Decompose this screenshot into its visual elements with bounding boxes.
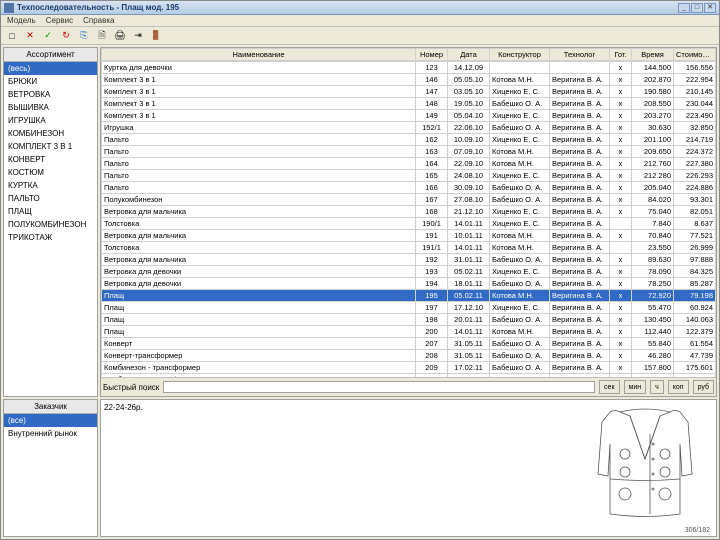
col-header[interactable]: Дата <box>448 49 490 61</box>
quick-search-bar: Быстрый поиск сек мин ч коп руб <box>101 377 716 396</box>
exit-icon[interactable]: 🚪 <box>149 29 163 43</box>
doc-icon[interactable]: 🗎 <box>95 29 109 43</box>
sidebar-item[interactable]: (весь) <box>4 62 97 75</box>
print-icon[interactable]: 🖨 <box>113 29 127 43</box>
table-row[interactable]: Комбинезон - трансформер20917.02.11Бабеш… <box>102 362 716 374</box>
unit-hr-button[interactable]: ч <box>650 380 664 394</box>
refresh-icon[interactable]: ↻ <box>59 29 73 43</box>
preview-text: 22-24-26р. <box>101 400 146 536</box>
preview-pane: 22-24-26р. 306/182 <box>100 399 717 537</box>
table-row[interactable]: Пальто16210.09.10Хиценко Е. С.Веригина В… <box>102 134 716 146</box>
delete-icon[interactable]: ✕ <box>23 29 37 43</box>
table-row[interactable]: Плащ19717.12.10Хиценко Е. С.Веригина В. … <box>102 302 716 314</box>
table-row[interactable]: Комплект 3 в 114605.05.10Котова М.Н.Вери… <box>102 74 716 86</box>
table-row[interactable]: Ветровка для девочки19305.02.11Хиценко Е… <box>102 266 716 278</box>
menu-service[interactable]: Сервис <box>46 16 73 25</box>
table-row[interactable]: Пальто16422.09.10Котова М.Н.Веригина В. … <box>102 158 716 170</box>
menubar: Модель Сервис Справка <box>1 15 719 27</box>
table-row[interactable]: Пальто16307.09.10Котова М.Н.Веригина В. … <box>102 146 716 158</box>
unit-sec-button[interactable]: сек <box>599 380 619 394</box>
customer-item[interactable]: (все) <box>4 414 97 427</box>
unit-rub-button[interactable]: руб <box>693 380 714 394</box>
table-row[interactable]: Плащ19505.02.11Котова М.Н.Веригина В. А.… <box>102 290 716 302</box>
models-table: НаименованиеНомерДатаКонструкторТехнолог… <box>100 47 717 397</box>
col-header[interactable]: Гот. <box>610 49 632 61</box>
maximize-button[interactable]: □ <box>691 3 703 13</box>
export-icon[interactable]: ⇥ <box>131 29 145 43</box>
search-input[interactable] <box>163 381 595 393</box>
sidebar-item[interactable]: ВЕТРОВКА <box>4 88 97 101</box>
menu-help[interactable]: Справка <box>83 16 114 25</box>
col-header[interactable]: Стоимость <box>674 49 716 61</box>
table-row[interactable]: Толстовка191/114.01.11Котова М.Н.Веригин… <box>102 242 716 254</box>
table-row[interactable]: Комплект 3 в 114703.05.10Хиценко Е. С.Ве… <box>102 86 716 98</box>
titlebar[interactable]: Техпоследовательность - Плащ мод. 195 _ … <box>1 1 719 15</box>
status-text: 306/182 <box>685 527 710 534</box>
search-label: Быстрый поиск <box>103 383 159 392</box>
table-row[interactable]: Полукомбинезон16727.08.10Бабешко О. А.Ве… <box>102 194 716 206</box>
table-row[interactable]: Пальто16630.09.10Бабешко О. А.Веригина В… <box>102 182 716 194</box>
table-row[interactable]: Ветровка для мальчика19231.01.11Бабешко … <box>102 254 716 266</box>
sidebar-item[interactable]: КУРТКА <box>4 179 97 192</box>
sidebar-item[interactable]: ПАЛЬТО <box>4 192 97 205</box>
main-area: Ассортимент (весь)БРЮКИВЕТРОВКАВЫШИВКАИГ… <box>1 45 719 539</box>
customer-header: Заказчик <box>4 400 97 414</box>
table-row[interactable]: Комплект 3 в 114819.05.10Бабешко О. А.Ве… <box>102 98 716 110</box>
app-window: Техпоследовательность - Плащ мод. 195 _ … <box>0 0 720 540</box>
copy-icon[interactable]: ⎘ <box>77 29 91 43</box>
sidebar-item[interactable]: ПЛАЩ <box>4 205 97 218</box>
table-row[interactable]: Пальто16524.08.10Хиценко Е. С.Веригина В… <box>102 170 716 182</box>
col-header[interactable]: Конструктор <box>490 49 550 61</box>
sidebar-item[interactable]: БРЮКИ <box>4 75 97 88</box>
table-row[interactable]: Конверт-трансформер20831.05.11Бабешко О.… <box>102 350 716 362</box>
assortment-sidebar: Ассортимент (весь)БРЮКИВЕТРОВКАВЫШИВКАИГ… <box>3 47 98 397</box>
menu-model[interactable]: Модель <box>7 16 36 25</box>
close-button[interactable]: ✕ <box>704 3 716 13</box>
sidebar-item[interactable]: КОМПЛЕКТ 3 В 1 <box>4 140 97 153</box>
table-row[interactable]: Ветровка для девочки19418.01.11Бабешко О… <box>102 278 716 290</box>
window-title: Техпоследовательность - Плащ мод. 195 <box>17 3 678 12</box>
table-row[interactable]: Комплект 3 в 114905.04.10Хиценко Е. С.Ве… <box>102 110 716 122</box>
col-header[interactable]: Время <box>632 49 674 61</box>
table-row[interactable]: Куртка для девочки12314.12.09x144.500156… <box>102 62 716 74</box>
table-row[interactable]: Ветровка для мальчика19110.01.11Котова М… <box>102 230 716 242</box>
table-row[interactable]: Игрушка152/122.06.10Бабешко О. А.Веригин… <box>102 122 716 134</box>
unit-kop-button[interactable]: коп <box>668 380 689 394</box>
table-row[interactable]: Плащ19820.01.11Бабешко О. А.Веригина В. … <box>102 314 716 326</box>
sidebar-item[interactable]: ИГРУШКА <box>4 114 97 127</box>
sidebar-item[interactable]: ТРИКОТАЖ <box>4 231 97 244</box>
sidebar-item[interactable]: КОНВЕРТ <box>4 153 97 166</box>
col-header[interactable]: Наименование <box>102 49 416 61</box>
minimize-button[interactable]: _ <box>678 3 690 13</box>
unit-min-button[interactable]: мин <box>624 380 647 394</box>
toolbar: □ ✕ ✓ ↻ ⎘ 🗎 🖨 ⇥ 🚪 <box>1 27 719 45</box>
sidebar-item[interactable]: ПОЛУКОМБИНЕЗОН <box>4 218 97 231</box>
app-icon <box>4 3 14 13</box>
table-row[interactable]: Толстовка190/114.01.11Хиценко Е. С.Вериг… <box>102 218 716 230</box>
sidebar-item[interactable]: КОСТЮМ <box>4 166 97 179</box>
check-icon[interactable]: ✓ <box>41 29 55 43</box>
table-row[interactable]: Плащ20014.01.11Котова М.Н.Веригина В. А.… <box>102 326 716 338</box>
col-header[interactable]: Номер <box>416 49 448 61</box>
table-row[interactable]: Конверт20731.05.11Бабешко О. А.Веригина … <box>102 338 716 350</box>
new-icon[interactable]: □ <box>5 29 19 43</box>
sidebar-header: Ассортимент <box>4 48 97 62</box>
table-row[interactable]: Ветровка для мальчика16821.12.10Хиценко … <box>102 206 716 218</box>
sidebar-item[interactable]: ВЫШИВКА <box>4 101 97 114</box>
customer-item[interactable]: Внутренний рынок <box>4 427 97 440</box>
customer-sidebar: Заказчик (все)Внутренний рынок <box>3 399 98 537</box>
col-header[interactable]: Технолог <box>550 49 610 61</box>
coat-sketch <box>580 404 710 524</box>
sidebar-item[interactable]: КОМБИНЕЗОН <box>4 127 97 140</box>
